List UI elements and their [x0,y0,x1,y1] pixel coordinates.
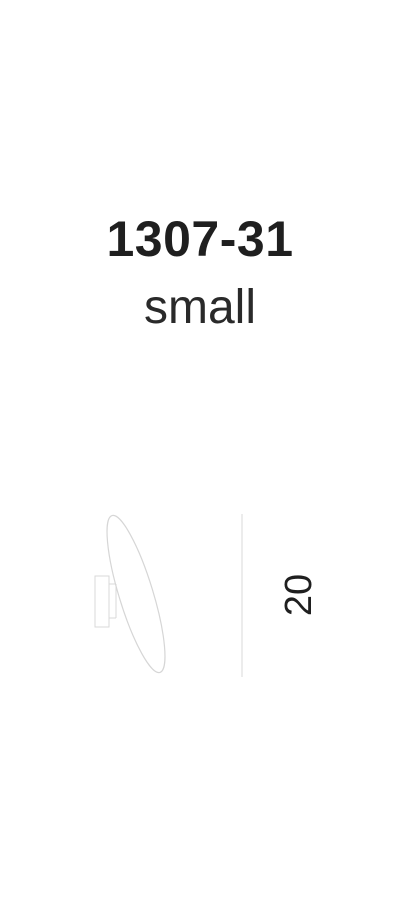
product-code: 1307-31 [106,211,294,267]
lamp-side-drawing [94,514,243,677]
wall-bracket [94,575,117,628]
disc-shade [106,514,166,674]
dimension-value: 20 [278,573,320,617]
product-size-label: small [143,281,256,334]
